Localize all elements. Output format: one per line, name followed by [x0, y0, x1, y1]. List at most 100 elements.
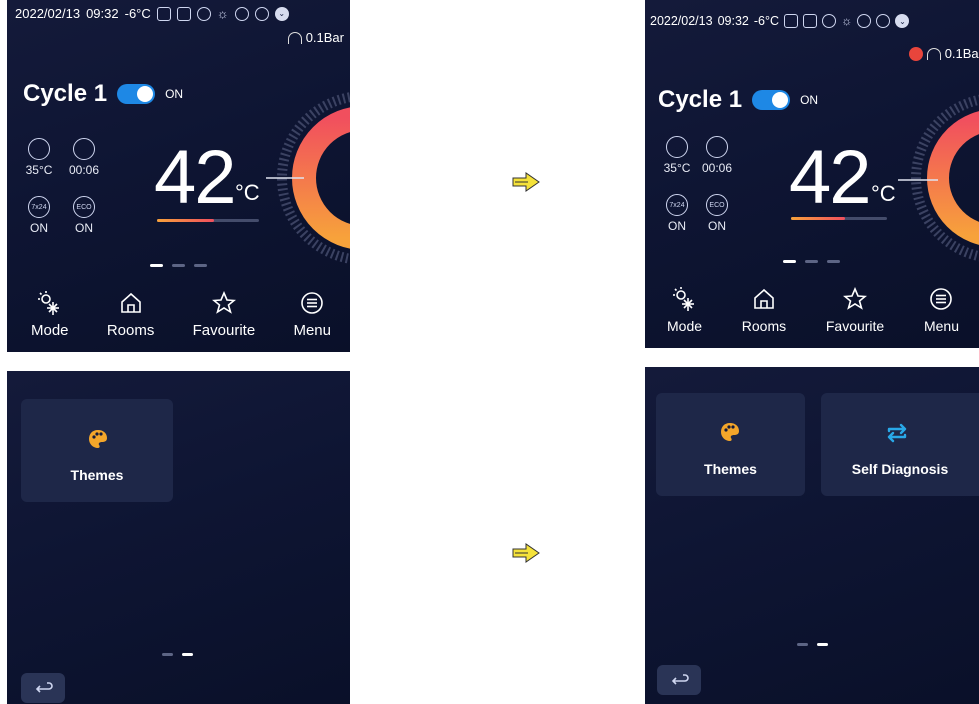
nav-favourite[interactable]: Favourite [192, 290, 256, 339]
status-bar: 2022/02/13 09:32 -6°C ☼ ⌄ [15, 6, 289, 21]
tile-label: Themes [70, 467, 124, 483]
star-icon [193, 290, 256, 316]
home-screen-after: 2022/02/13 09:32 -6°C ☼ ⌄ 0.1Bar Cycle 1… [645, 0, 979, 348]
page-dot [797, 643, 808, 646]
pressure-gauge-icon [28, 138, 50, 160]
eco-stat[interactable]: ECO ON [697, 194, 737, 233]
pump-icon [196, 6, 211, 21]
page-dot [805, 260, 818, 263]
tile-label: Self Diagnosis [851, 461, 949, 477]
temperature-bar [791, 217, 887, 220]
arrow-right-icon [512, 543, 540, 563]
temperature-value: 42 [789, 135, 872, 220]
nav-label: Rooms [106, 322, 155, 339]
pressure-icon [926, 47, 941, 60]
bottom-nav: Mode Rooms Favourite Menu [667, 286, 959, 334]
stat-value: 00:06 [68, 163, 100, 177]
palette-icon [89, 430, 107, 448]
schedule-icon [156, 6, 171, 21]
nav-menu[interactable]: Menu [924, 286, 959, 334]
nav-menu[interactable]: Menu [293, 290, 331, 339]
temperature-dial[interactable] [256, 74, 350, 284]
alarm-icon[interactable] [908, 46, 923, 61]
stat-value: ON [668, 219, 686, 233]
nav-favourite[interactable]: Favourite [826, 286, 884, 334]
arrow-right-icon [512, 172, 540, 192]
nav-rooms[interactable]: Rooms [106, 290, 155, 339]
sun-icon: ☼ [840, 14, 853, 28]
pump-icon [821, 14, 836, 28]
water-temp-stat[interactable]: 35°C [657, 136, 697, 175]
back-button[interactable] [657, 665, 701, 695]
holiday-icon [802, 14, 817, 28]
status-bar: 2022/02/13 09:32 -6°C ☼ ⌄ [650, 14, 910, 28]
menu-list-icon [293, 290, 331, 316]
cycle-header: Cycle 1 ON [658, 86, 818, 114]
page-dot [150, 264, 163, 267]
page-dot [827, 260, 840, 263]
page-dot [783, 260, 796, 263]
swap-arrows-icon [887, 423, 907, 443]
timer-stat[interactable]: 00:06 [64, 138, 104, 177]
timer-stat[interactable]: 00:06 [697, 136, 737, 175]
themes-tile[interactable]: Themes [656, 393, 805, 496]
temperature-bar [157, 219, 259, 222]
nav-rooms[interactable]: Rooms [742, 286, 786, 334]
back-arrow-icon [671, 674, 689, 685]
date-text: 2022/02/13 [650, 14, 713, 28]
7x24-icon: 7x24 [666, 194, 688, 216]
eco-stat[interactable]: ECO ON [64, 196, 104, 235]
page-dot [817, 643, 828, 646]
nav-label: Rooms [741, 318, 787, 334]
7x24-stat[interactable]: 7x24 ON [657, 194, 697, 233]
menu-screen-before: Themes [7, 371, 350, 704]
time-text: 09:32 [86, 6, 119, 21]
snowflake-sun-icon [31, 290, 69, 316]
home-icon [107, 290, 155, 316]
chevron-down-icon[interactable]: ⌄ [895, 14, 910, 28]
temperature-dial[interactable] [892, 78, 979, 278]
page-dot [194, 264, 207, 267]
self-diagnosis-tile[interactable]: Self Diagnosis [821, 393, 979, 496]
stat-value: 35°C [663, 161, 691, 175]
cycle-toggle[interactable] [752, 90, 791, 110]
toggle-knob [772, 92, 789, 108]
cycle-header: Cycle 1 ON [23, 80, 183, 108]
page-dot [182, 653, 193, 656]
time-text: 09:32 [717, 14, 749, 28]
pressure-readout: 0.1Bar [908, 46, 979, 61]
nav-mode[interactable]: Mode [31, 290, 69, 339]
nav-mode[interactable]: Mode [667, 286, 702, 334]
nav-label: Favourite [192, 322, 256, 339]
pressure-gauge-icon [666, 136, 688, 158]
water-temp-stat[interactable]: 35°C [19, 138, 59, 177]
schedule-icon [783, 14, 798, 28]
themes-tile[interactable]: Themes [21, 399, 173, 502]
stat-value: ON [30, 221, 48, 235]
date-text: 2022/02/13 [15, 6, 81, 21]
temperature-bar-fill [791, 217, 845, 220]
bottom-nav: Mode Rooms Favourite Menu [31, 290, 331, 339]
pressure-readout: 0.1Bar [287, 30, 344, 45]
temperature-value: 42 [154, 135, 237, 220]
back-button[interactable] [21, 673, 65, 703]
7x24-stat[interactable]: 7x24 ON [19, 196, 59, 235]
toggle-state-label: ON [800, 93, 819, 107]
chevron-down-icon[interactable]: ⌄ [274, 6, 289, 21]
page-dot [162, 653, 173, 656]
nav-label: Mode [31, 322, 69, 339]
7x24-icon: 7x24 [28, 196, 50, 218]
nav-label: Menu [293, 322, 331, 339]
pressure-icon [287, 31, 302, 44]
holiday-icon [176, 6, 191, 21]
clock-icon [876, 14, 891, 28]
cycle-title: Cycle 1 [23, 80, 108, 107]
timer-icon [706, 136, 728, 158]
stat-value: ON [75, 221, 93, 235]
stat-value: 35°C [25, 163, 53, 177]
page-dot [172, 264, 185, 267]
pressure-value: 0.1Bar [944, 46, 979, 61]
cycle-toggle[interactable] [117, 84, 156, 104]
star-icon [826, 286, 884, 312]
cycle-title: Cycle 1 [658, 86, 743, 113]
